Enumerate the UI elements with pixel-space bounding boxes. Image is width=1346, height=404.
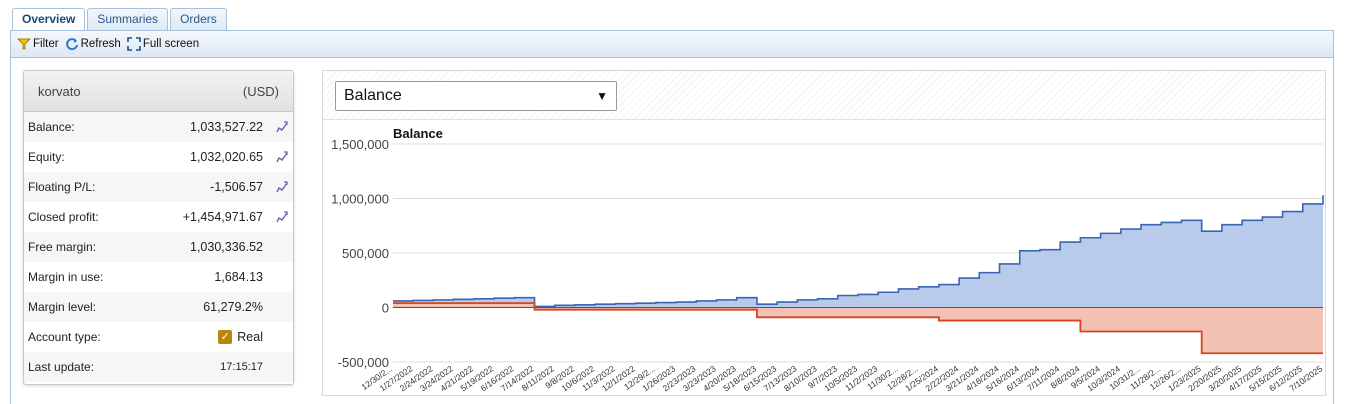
chart-type-select[interactable]: Balance ▼: [335, 81, 617, 111]
row-value: 1,032,020.65: [190, 150, 263, 164]
drawdown-area: [393, 303, 1323, 354]
row-value: 17:15:17: [220, 361, 263, 373]
row-label: Last update:: [28, 360, 95, 374]
refresh-button[interactable]: Refresh: [65, 37, 121, 51]
row-value: +1,454,971.67: [182, 210, 263, 224]
account-type-value: Real: [237, 329, 263, 344]
account-panel: korvato (USD) Balance: 1,033,527.22 Equi…: [23, 70, 294, 385]
row-label: Margin level:: [28, 300, 97, 314]
account-name: korvato: [38, 83, 81, 99]
row-label: Free margin:: [28, 240, 97, 254]
row-last-update: Last update: 17:15:17: [24, 352, 293, 382]
checkbox-icon: ✓: [218, 330, 233, 345]
filter-label: Filter: [33, 38, 59, 50]
chart-type-value: Balance: [344, 87, 402, 104]
chart-pen-icon[interactable]: [275, 210, 289, 224]
fullscreen-button[interactable]: Full screen: [127, 37, 199, 51]
row-value: 1,684.13: [214, 270, 263, 284]
account-rows: Balance: 1,033,527.22 Equity: 1,032,020.…: [24, 112, 293, 382]
tab-orders[interactable]: Orders: [170, 8, 227, 30]
row-label: Margin in use:: [28, 270, 104, 284]
fullscreen-label: Full screen: [142, 38, 200, 50]
toolbar: Filter Refresh Full screen: [10, 30, 1334, 58]
chart-panel: Balance ▼ 1,500,000 1,000,000 500,000 0 -500…: [322, 70, 1326, 396]
fullscreen-icon: [127, 37, 141, 51]
y-tick-label: 1,500,000: [331, 137, 389, 152]
chart-title: Balance: [393, 126, 443, 141]
row-value: -1,506.57: [210, 180, 263, 194]
y-tick-label: 0: [382, 301, 389, 316]
row-floating-pl: Floating P/L: -1,506.57: [24, 172, 293, 202]
tab-bar: Overview Summaries Orders: [12, 8, 227, 31]
chevron-down-icon: ▼: [596, 89, 608, 103]
refresh-label: Refresh: [80, 38, 121, 50]
row-account-type: Account type: ✓ Real: [24, 322, 293, 352]
refresh-icon: [65, 37, 79, 51]
balance-chart: 1,500,0001,000,000500,0000-500,000Balanc…: [331, 126, 1324, 393]
tab-summaries[interactable]: Summaries: [87, 8, 169, 30]
filter-icon: [17, 37, 31, 51]
account-header: korvato (USD): [24, 71, 293, 112]
row-balance: Balance: 1,033,527.22: [24, 112, 293, 142]
chart-pen-icon[interactable]: [275, 180, 289, 194]
row-value: ✓ Real: [218, 330, 263, 345]
y-tick-label: 1,000,000: [331, 192, 389, 207]
account-currency: (USD): [242, 83, 279, 99]
row-margin-level: Margin level: 61,279.2%: [24, 292, 293, 322]
balance-area: [393, 195, 1323, 308]
row-label: Closed profit:: [28, 210, 99, 224]
row-closed-profit: Closed profit: +1,454,971.67: [24, 202, 293, 232]
row-label: Account type:: [28, 330, 101, 344]
row-equity: Equity: 1,032,020.65: [24, 142, 293, 172]
chart-pen-icon[interactable]: [275, 120, 289, 134]
row-label: Balance:: [28, 120, 75, 134]
row-label: Floating P/L:: [28, 180, 96, 194]
row-label: Equity:: [28, 150, 65, 164]
row-free-margin: Free margin: 1,030,336.52: [24, 232, 293, 262]
tab-overview[interactable]: Overview: [12, 8, 86, 31]
y-tick-label: 500,000: [342, 246, 389, 261]
filter-button[interactable]: Filter: [17, 37, 59, 51]
row-margin-in-use: Margin in use: 1,684.13: [24, 262, 293, 292]
row-value: 1,030,336.52: [190, 240, 263, 254]
chart-toolbar: Balance ▼: [323, 71, 1325, 120]
chart-pen-icon[interactable]: [275, 150, 289, 164]
row-value: 1,033,527.22: [190, 120, 263, 134]
row-value: 61,279.2%: [203, 300, 263, 314]
